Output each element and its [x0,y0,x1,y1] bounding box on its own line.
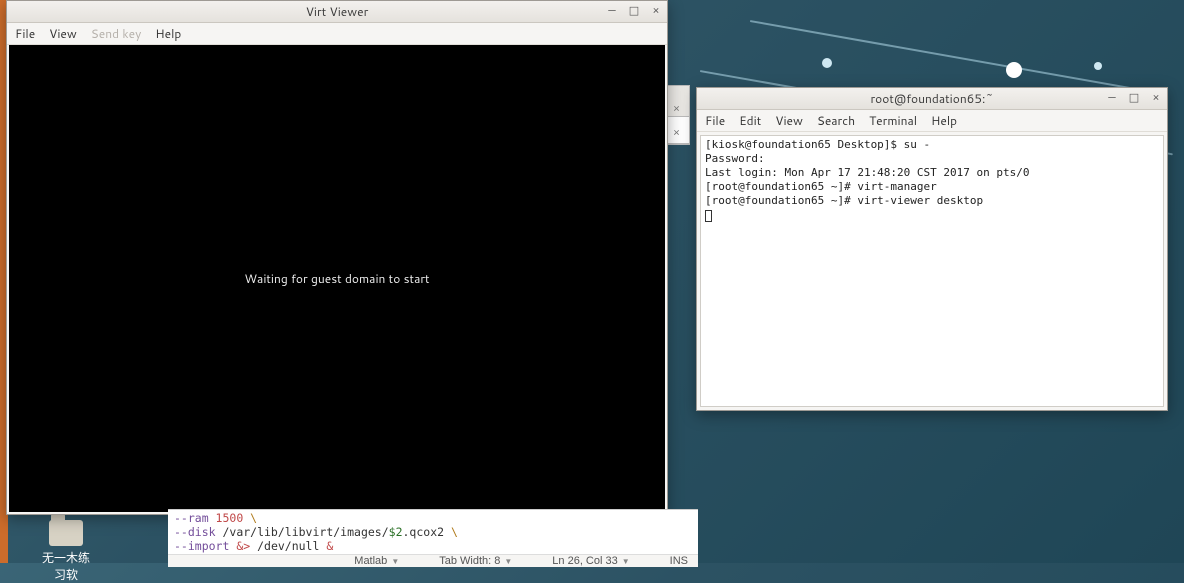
wallpaper-line [750,20,1164,95]
term-line: [root@foundation65 ~]# virt-viewer deskt… [705,194,983,207]
menu-send-key: Send key [91,25,142,42]
maximize-button[interactable]: □ [1127,90,1141,104]
code-line: --ram 1500 \ [174,511,692,525]
menubar: File View Send key Help [7,23,667,45]
guest-display[interactable]: Waiting for guest domain to start [9,45,665,512]
chevron-down-icon: ▼ [391,557,399,566]
titlebar[interactable]: Virt Viewer — □ × [7,1,667,23]
term-line: [root@foundation65 ~]# virt-manager [705,180,937,193]
code-line: --import &> /dev/null & [174,539,692,553]
menu-view[interactable]: View [49,25,77,42]
editor-panel: --ram 1500 \ --disk /var/lib/libvirt/ima… [168,509,698,563]
virt-viewer-window: Virt Viewer — □ × File View Send key Hel… [6,0,668,515]
close-button[interactable]: × [649,3,663,17]
waiting-text: Waiting for guest domain to start [244,270,429,287]
background-tab[interactable]: × [668,116,690,144]
code-line: --disk /var/lib/libvirt/images/$2.qcox2 … [174,525,692,539]
cursor [705,210,712,222]
editor-statusbar: Matlab▼ Tab Width: 8▼ Ln 26, Col 33▼ INS [168,554,698,567]
editor-lines[interactable]: --ram 1500 \ --disk /var/lib/libvirt/ima… [168,510,698,554]
close-button[interactable]: × [1149,90,1163,104]
menu-terminal[interactable]: Terminal [869,112,917,129]
menu-help[interactable]: Help [931,112,957,129]
menubar: File Edit View Search Terminal Help [697,110,1167,132]
wallpaper-dot [1094,62,1102,70]
insert-mode: INS [670,555,688,567]
lang-selector[interactable]: Matlab▼ [354,555,399,567]
window-title: Virt Viewer [306,3,369,20]
menu-edit[interactable]: Edit [739,112,761,129]
tabwidth-selector[interactable]: Tab Width: 8▼ [439,555,512,567]
position-indicator[interactable]: Ln 26, Col 33▼ [552,555,629,567]
term-line: Last login: Mon Apr 17 21:48:20 CST 2017… [705,166,1030,179]
menu-file[interactable]: File [705,112,725,129]
window-title: root@foundation65:~ [870,90,993,107]
wallpaper-dot [1006,62,1022,78]
terminal-output[interactable]: [kiosk@foundation65 Desktop]$ su - Passw… [700,135,1164,407]
maximize-button[interactable]: □ [627,3,641,17]
chevron-down-icon: ▼ [622,557,630,566]
menu-search[interactable]: Search [817,112,855,129]
menu-help[interactable]: Help [155,25,181,42]
folder-icon [49,520,83,546]
folder-label: 无一木练习软 [38,549,94,583]
chevron-down-icon: ▼ [504,557,512,566]
term-line: Password: [705,152,765,165]
term-line: [kiosk@foundation65 Desktop]$ su - [705,138,930,151]
minimize-button[interactable]: — [605,3,619,17]
wallpaper-dot [822,58,832,68]
close-icon[interactable]: × [673,100,680,116]
menu-view[interactable]: View [775,112,803,129]
titlebar[interactable]: root@foundation65:~ — □ × [697,88,1167,110]
close-icon[interactable]: × [673,124,680,140]
minimize-button[interactable]: — [1105,90,1119,104]
desktop-folder[interactable]: 无一木练习软 [38,520,94,583]
terminal-window: root@foundation65:~ — □ × File Edit View… [696,87,1168,411]
menu-file[interactable]: File [15,25,35,42]
